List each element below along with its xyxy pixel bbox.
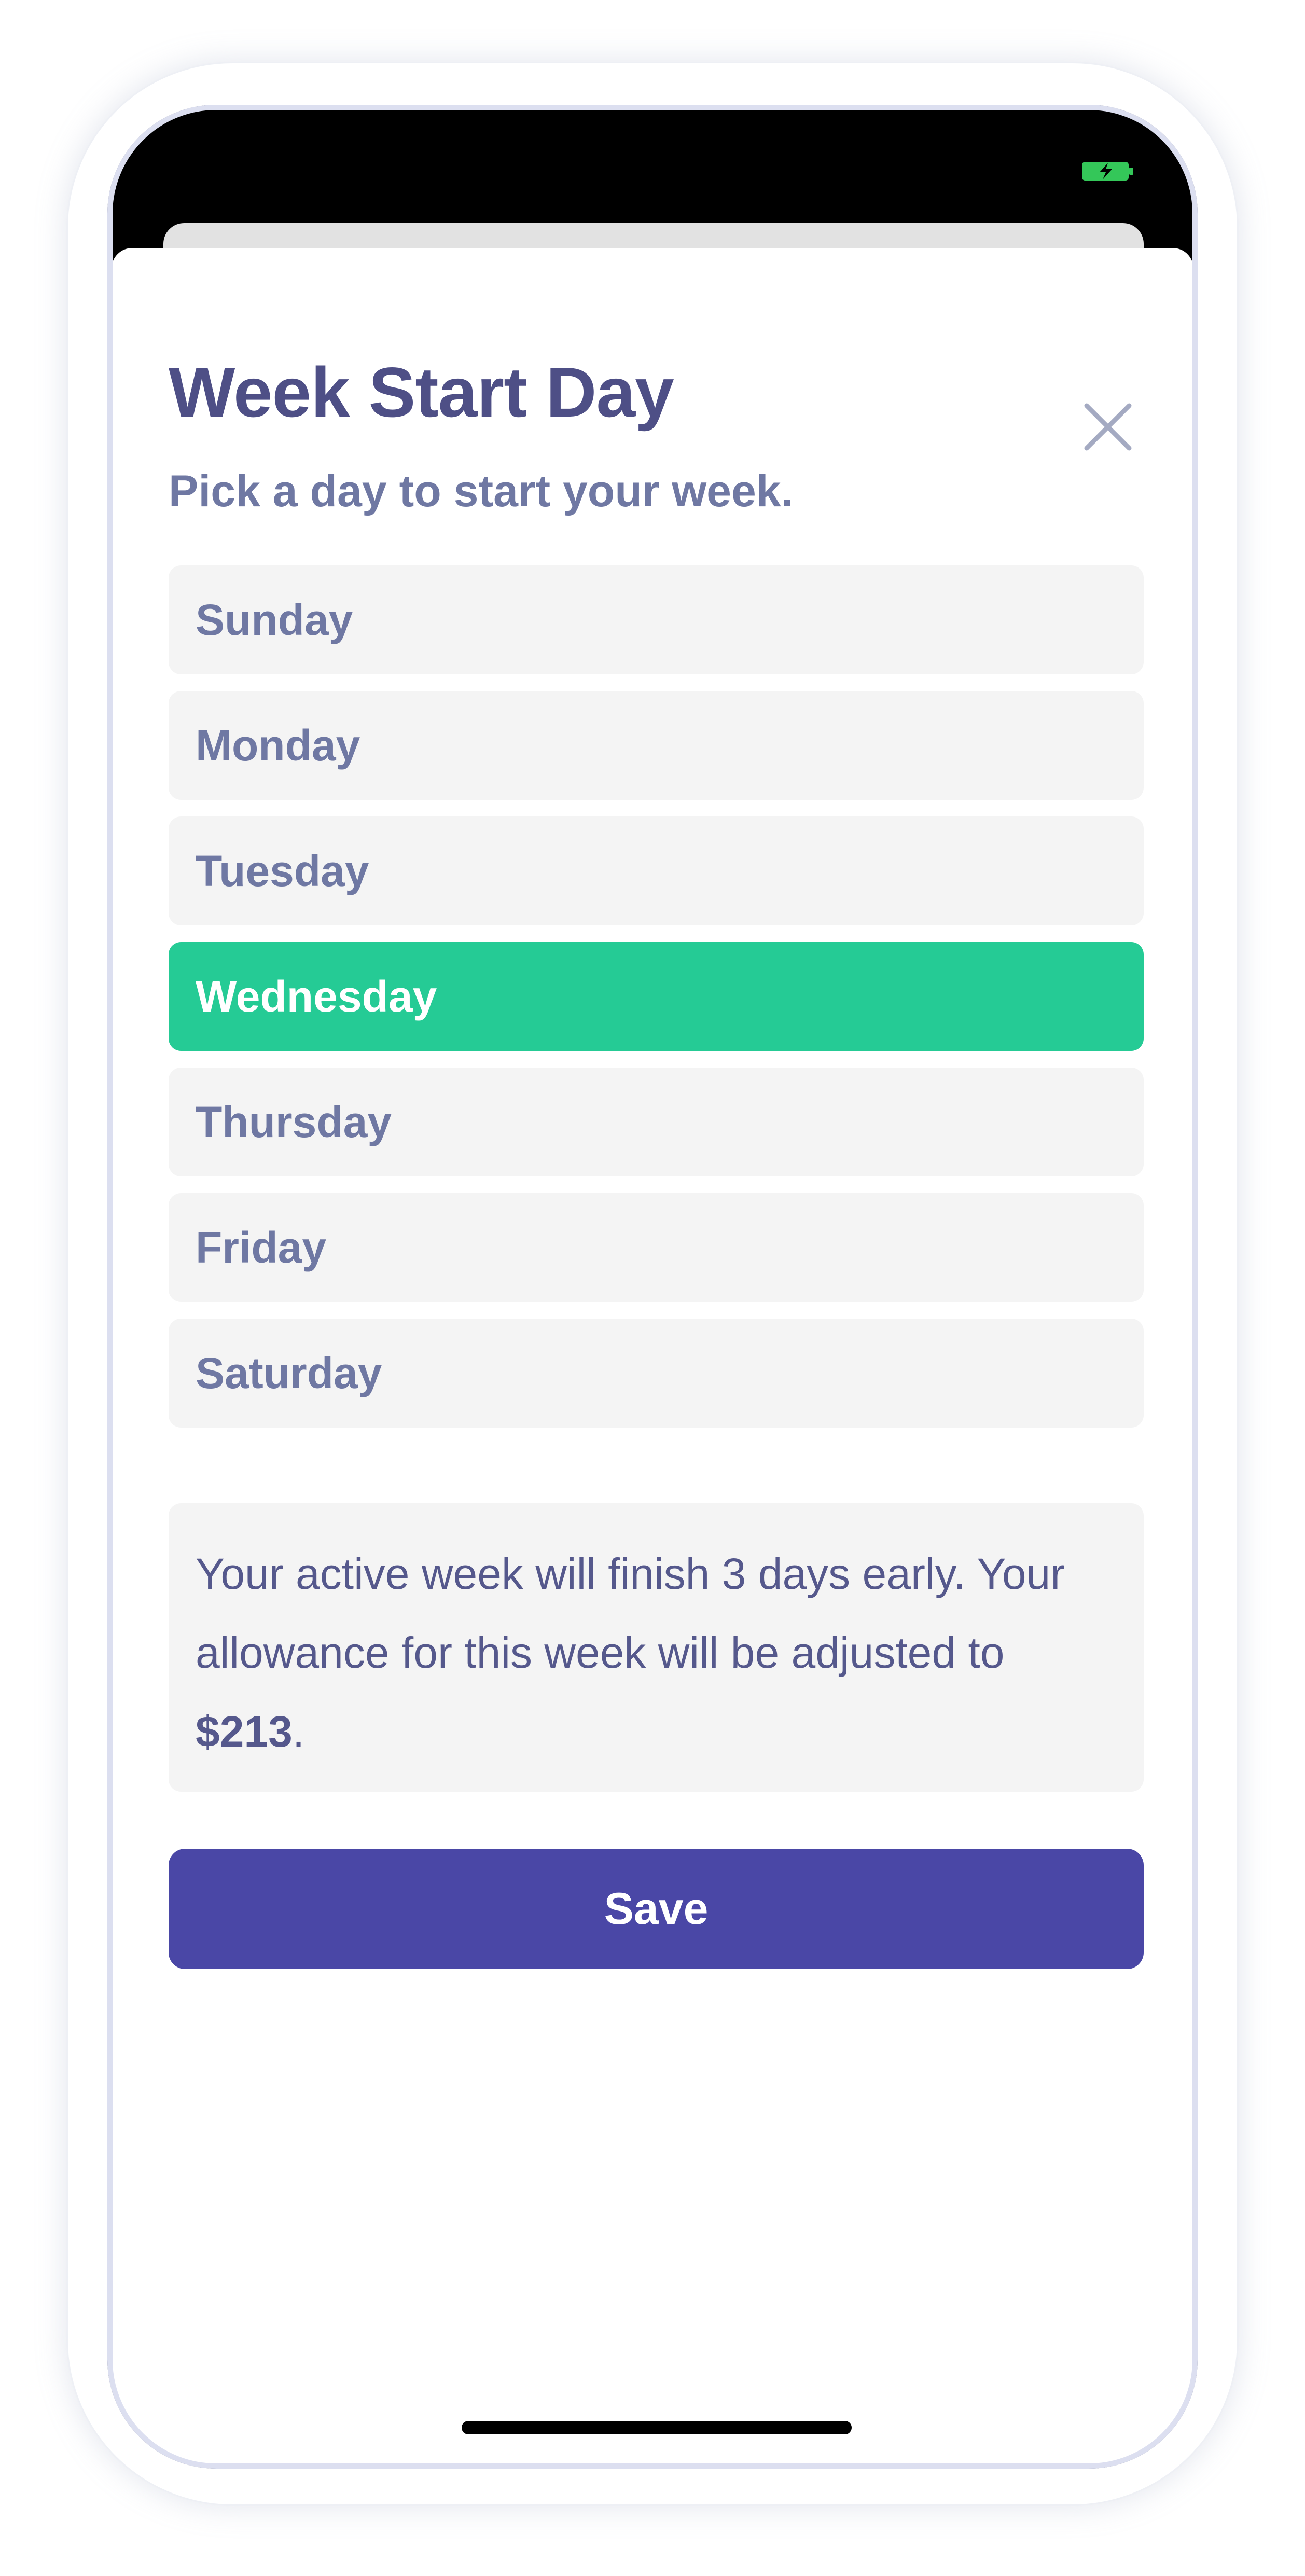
close-icon[interactable]: [1079, 398, 1136, 455]
week-start-sheet: Week Start Day Pick a day to start your …: [112, 248, 1193, 2464]
day-option-saturday[interactable]: Saturday: [169, 1319, 1144, 1428]
day-option-thursday[interactable]: Thursday: [169, 1068, 1144, 1176]
save-button[interactable]: Save: [169, 1849, 1144, 1969]
info-text-end: .: [292, 1707, 305, 1756]
device-screen: Week Start Day Pick a day to start your …: [107, 105, 1198, 2469]
page-title: Week Start Day: [169, 353, 674, 432]
page-subtitle: Pick a day to start your week.: [169, 466, 794, 516]
allowance-amount: $213: [196, 1707, 293, 1756]
day-option-sunday[interactable]: Sunday: [169, 565, 1144, 674]
day-option-wednesday[interactable]: Wednesday: [169, 942, 1144, 1051]
day-options-list: Sunday Monday Tuesday Wednesday Thursday…: [169, 565, 1144, 1444]
home-indicator: [462, 2421, 852, 2434]
info-text: Your active week will finish 3 days earl…: [196, 1549, 1065, 1677]
day-option-monday[interactable]: Monday: [169, 691, 1144, 800]
day-option-tuesday[interactable]: Tuesday: [169, 816, 1144, 925]
allowance-info-box: Your active week will finish 3 days earl…: [169, 1503, 1144, 1792]
battery-charging-icon: [1082, 162, 1133, 181]
day-option-friday[interactable]: Friday: [169, 1193, 1144, 1302]
